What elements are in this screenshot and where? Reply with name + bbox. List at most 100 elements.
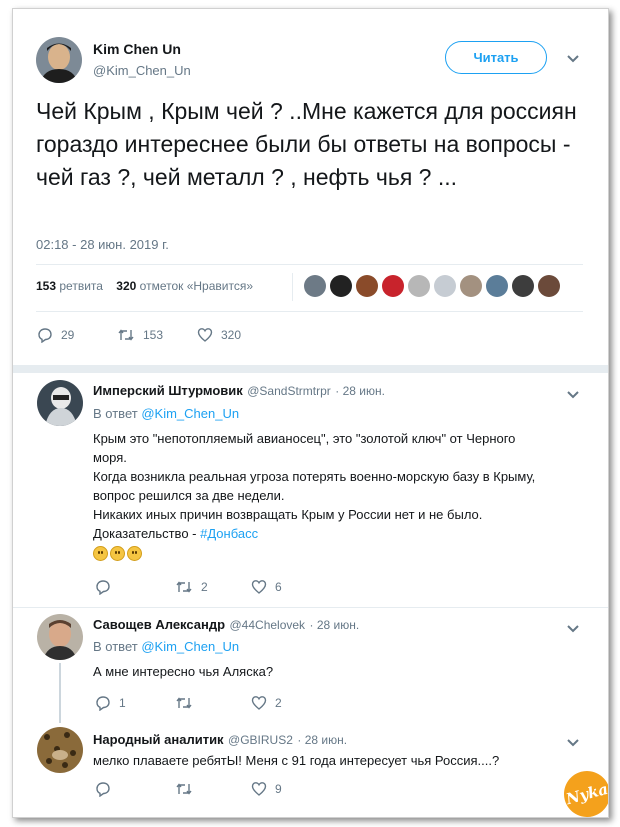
reply-text-line: моря.: [93, 450, 127, 465]
author-avatar[interactable]: [36, 37, 82, 83]
retweet-action[interactable]: 2: [175, 579, 208, 595]
retweet-icon: [176, 783, 192, 795]
reply-author-handle[interactable]: @SandStrmtrpr: [247, 384, 331, 398]
like-action[interactable]: 320: [197, 327, 241, 343]
liker-avatar[interactable]: [460, 275, 482, 297]
confused-face-icon: [110, 546, 125, 562]
reply-to-prefix: В ответ: [93, 639, 138, 654]
retweet-icon: [176, 581, 192, 593]
reply-header: Савощев Александр @44Chelovek · 28 июн.: [93, 616, 359, 634]
reply-author-name[interactable]: Имперский Штурмовик: [93, 383, 243, 398]
retweets-label[interactable]: ретвита: [59, 279, 103, 293]
retweet-action[interactable]: [175, 695, 201, 711]
reply-to-link[interactable]: @Kim_Chen_Un: [141, 406, 239, 421]
tweet-text: Чей Крым , Крым чей ? ..Мне кажется для …: [36, 98, 577, 190]
liker-avatar[interactable]: [486, 275, 508, 297]
like-action[interactable]: 2: [251, 695, 282, 711]
reply-text-line: Никаких иных причин возвращать Крым у Ро…: [93, 507, 483, 522]
thread-connector: [59, 663, 61, 723]
retweet-count: 2: [201, 580, 208, 594]
tweet-frame: Kim Chen Un @Kim_Chen_Un Читать Чей Крым…: [12, 8, 609, 818]
reply-time[interactable]: · 28 июн.: [297, 733, 347, 747]
divider: [36, 311, 583, 312]
section-separator: [13, 365, 608, 373]
heart-icon: [251, 782, 267, 796]
reply-action[interactable]: 29: [37, 327, 74, 343]
reply-icon: [38, 328, 52, 343]
reply-icon: [96, 782, 110, 797]
liker-avatar[interactable]: [538, 275, 560, 297]
liker-avatar[interactable]: [304, 275, 326, 297]
reply-icon: [96, 696, 110, 711]
reply-text-line: Крым это "непотопляемый авианосец", это …: [93, 431, 516, 446]
chevron-down-icon[interactable]: [566, 387, 580, 403]
section-separator: [13, 607, 608, 608]
tweet-stats: 153 ретвита 320 отметок «Нравится»: [36, 279, 253, 293]
chevron-down-icon[interactable]: [566, 621, 580, 637]
reply-action[interactable]: [95, 781, 119, 797]
retweet-icon: [176, 697, 192, 709]
chevron-down-icon[interactable]: [566, 51, 580, 67]
reply-text-line: Доказательство -: [93, 526, 197, 541]
likes-label[interactable]: отметок «Нравится»: [140, 279, 253, 293]
watermark-logo: Nyka: [558, 765, 608, 817]
reply-icon: [96, 580, 110, 595]
retweet-count: 153: [143, 328, 164, 342]
heart-icon: [251, 696, 267, 710]
reply-avatar[interactable]: [37, 380, 83, 426]
hashtag-link[interactable]: #Донбасс: [200, 526, 258, 541]
reply-text: А мне интересно чья Аляска?: [93, 664, 274, 679]
confused-face-icon: [127, 546, 142, 562]
reply-count: 1: [119, 696, 126, 710]
liker-avatar[interactable]: [434, 275, 456, 297]
reply-author-name[interactable]: Народный аналитик: [93, 732, 224, 747]
divider: [36, 264, 583, 265]
reply-header: Народный аналитик @GBIRUS2 · 28 июн.: [93, 731, 347, 749]
reply-time[interactable]: · 28 июн.: [310, 618, 360, 632]
reply-action[interactable]: 1: [95, 695, 126, 711]
liker-avatar[interactable]: [408, 275, 430, 297]
reply-time[interactable]: · 28 июн.: [335, 384, 385, 398]
reply-to-prefix: В ответ: [93, 406, 138, 421]
retweet-action[interactable]: [175, 781, 201, 797]
like-count: 2: [275, 696, 282, 710]
reply-author-name[interactable]: Савощев Александр: [93, 617, 225, 632]
like-action[interactable]: 9: [251, 781, 282, 797]
reply-text: мелко плаваете ребятЫ! Меня с 91 года ин…: [93, 753, 500, 768]
chevron-down-icon[interactable]: [566, 735, 580, 751]
liker-avatar[interactable]: [356, 275, 378, 297]
like-count: 320: [221, 328, 242, 342]
like-count: 6: [275, 580, 282, 594]
reply-author-handle[interactable]: @44Chelovek: [230, 618, 306, 632]
author-name[interactable]: Kim Chen Un: [93, 41, 181, 57]
confused-face-icon: [93, 546, 108, 562]
reply-author-handle[interactable]: @GBIRUS2: [228, 733, 293, 747]
reply-to-line: В ответ @Kim_Chen_Un: [93, 639, 239, 654]
like-count: 9: [275, 782, 282, 796]
reply-to-link[interactable]: @Kim_Chen_Un: [141, 639, 239, 654]
reply-avatar[interactable]: [37, 614, 83, 660]
reply-text-line: Когда возникла реальная угроза потерять …: [93, 469, 536, 484]
reply-text-line: вопрос решился за две недели.: [93, 488, 285, 503]
emoji-row: [93, 543, 593, 562]
retweet-icon: [118, 329, 134, 341]
like-action[interactable]: 6: [251, 579, 282, 595]
liker-avatar[interactable]: [330, 275, 352, 297]
heart-icon: [197, 328, 213, 342]
retweets-count[interactable]: 153: [36, 279, 56, 293]
heart-icon: [251, 580, 267, 594]
reply-count: 29: [61, 328, 75, 342]
reply-header: Имперский Штурмовик @SandStrmtrpr · 28 и…: [93, 382, 385, 400]
liker-avatar[interactable]: [382, 275, 404, 297]
follow-button[interactable]: Читать: [445, 41, 547, 74]
retweet-action[interactable]: 153: [117, 327, 163, 343]
reply-action[interactable]: [95, 579, 119, 595]
likes-count[interactable]: 320: [116, 279, 136, 293]
stats-divider: [292, 273, 293, 301]
reply-text: Крым это "непотопляемый авианосец", это …: [93, 429, 593, 562]
author-handle[interactable]: @Kim_Chen_Un: [93, 63, 191, 78]
reply-avatar[interactable]: [37, 727, 83, 773]
liker-avatar[interactable]: [512, 275, 534, 297]
reply-to-line: В ответ @Kim_Chen_Un: [93, 406, 239, 421]
tweet-date[interactable]: 02:18 - 28 июн. 2019 г.: [36, 237, 169, 252]
